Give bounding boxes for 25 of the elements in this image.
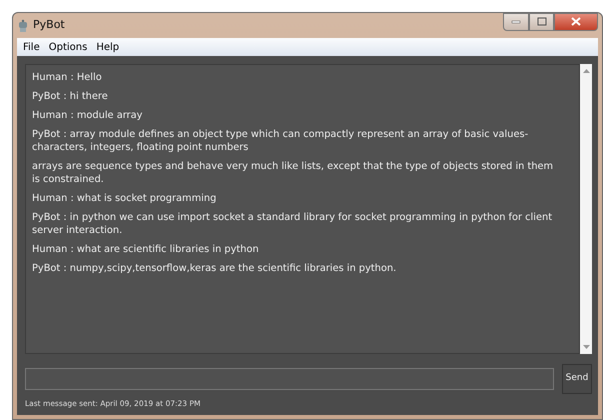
chat-message: Human : module array [32,108,144,122]
chat-message: Human : what is socket programming [32,192,218,205]
scroll-down-icon[interactable] [582,344,590,350]
send-button[interactable]: Send [562,364,592,394]
menu-item[interactable]: Options [48,40,88,54]
chat-message: PyBot : in python we can use import socket a standard library for socket programming in python for client server interaction. [32,210,554,237]
chat-message: PyBot : hi there [32,90,109,103]
close-button[interactable] [554,12,598,31]
chat-message: Human : what are scientific libraries in python [32,242,260,256]
chat-message: Human : Hello [32,70,103,84]
maximize-icon [536,17,546,26]
message-input[interactable] [25,368,554,390]
menu-item[interactable]: File [23,40,40,54]
menu-item[interactable]: Help [96,40,120,54]
chat-message: PyBot : numpy,scipy,tensorflow,keras are the scientific libraries in python. [32,262,398,275]
maximize-button[interactable] [529,12,554,31]
minimize-icon [511,20,521,24]
minimize-button[interactable] [503,12,529,31]
window-title: PyBot [33,17,65,34]
close-icon [571,17,581,26]
robot-icon [17,18,29,33]
scrollbar[interactable] [580,64,592,354]
scroll-up-icon[interactable] [582,68,590,73]
chat-message: arrays are sequence types and behave very much like lists, except that the type of objects stored in them is constrained. [32,160,554,186]
chat-message: PyBot : array module defines an object type which can compactly represent an array of basic values- characters, integers, floating point numbers [32,128,530,154]
